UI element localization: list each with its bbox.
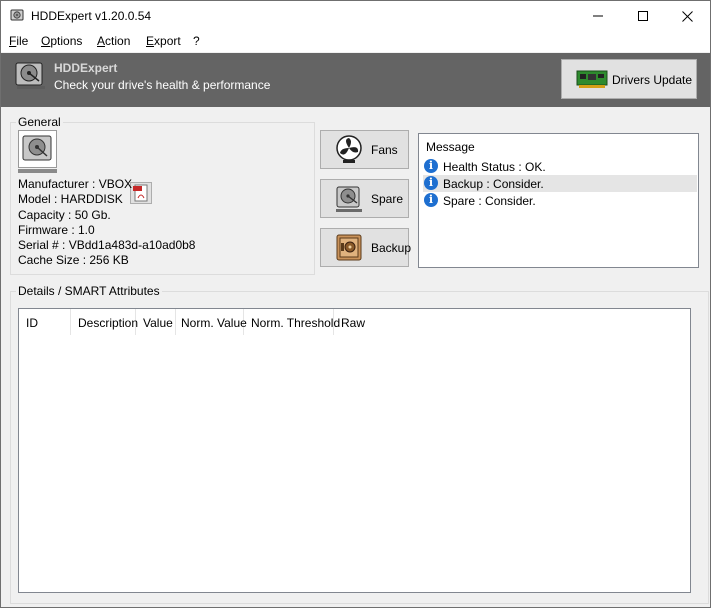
message-item[interactable]: i Backup : Consider. xyxy=(423,175,697,192)
menu-file[interactable]: File xyxy=(9,34,28,48)
message-list[interactable]: Message i Health Status : OK. i Backup :… xyxy=(418,133,699,268)
message-item[interactable]: i Health Status : OK. xyxy=(423,158,697,175)
info-icon: i xyxy=(424,176,438,190)
details-label: Details / SMART Attributes xyxy=(16,284,162,298)
cache-size-text: Cache Size : 256 KB xyxy=(18,253,129,267)
manufacturer-text: Manufacturer : VBOX xyxy=(18,177,133,191)
banner-title: HDDExpert xyxy=(54,61,118,75)
app-window: HDDExpert v1.20.0.54 File Options Action… xyxy=(0,0,711,608)
column-header-id[interactable]: ID xyxy=(19,309,71,335)
minimize-button[interactable] xyxy=(575,1,620,31)
backup-button[interactable]: Backup xyxy=(320,228,412,267)
menu-options[interactable]: Options xyxy=(41,34,82,48)
capacity-text: Capacity : 50 Gb. xyxy=(18,208,111,222)
maximize-button[interactable] xyxy=(620,1,665,31)
title-bar: HDDExpert v1.20.0.54 xyxy=(1,1,710,31)
close-icon xyxy=(682,10,693,22)
hdd-app-icon xyxy=(10,9,24,21)
model-text: Model : HARDDISK xyxy=(18,192,123,206)
close-button[interactable] xyxy=(665,1,710,31)
column-header-value[interactable]: Value xyxy=(136,309,176,335)
header-banner: HDDExpert Check your drive's health & pe… xyxy=(1,53,710,107)
safe-icon xyxy=(336,234,362,261)
column-header-description[interactable]: Description xyxy=(71,309,138,335)
banner-subtitle: Check your drive's health & performance xyxy=(54,78,271,92)
fans-label: Fans xyxy=(371,143,398,157)
serial-text: Serial # : VBdd1a483d-a10ad0b8 xyxy=(18,238,196,252)
pdf-report-icon[interactable] xyxy=(130,182,152,204)
menu-action[interactable]: Action xyxy=(97,34,130,48)
menu-bar: File Options Action Export ? xyxy=(1,31,710,52)
fans-button[interactable]: Fans xyxy=(320,130,409,169)
fan-icon xyxy=(336,135,362,163)
firmware-text: Firmware : 1.0 xyxy=(18,223,95,237)
spare-drive-icon xyxy=(336,186,362,212)
column-header-norm-threshold[interactable]: Norm. Threshold xyxy=(244,309,340,335)
backup-label: Backup xyxy=(371,241,412,255)
menu-help[interactable]: ? xyxy=(193,34,200,48)
menu-export[interactable]: Export xyxy=(146,34,181,48)
maximize-icon xyxy=(637,11,648,21)
drive-icon xyxy=(18,130,57,173)
message-header: Message xyxy=(426,140,475,154)
minimize-icon xyxy=(592,15,603,17)
column-header-raw[interactable]: Raw xyxy=(334,309,374,335)
spare-button[interactable]: Spare xyxy=(320,179,409,218)
info-icon: i xyxy=(424,193,438,207)
window-title: HDDExpert v1.20.0.54 xyxy=(31,9,152,23)
general-label: General xyxy=(16,115,63,129)
hard-drive-icon xyxy=(15,62,45,89)
info-icon: i xyxy=(424,159,438,173)
drivers-update-button[interactable]: Drivers Update xyxy=(561,59,697,99)
column-header-norm-value[interactable]: Norm. Value xyxy=(174,309,247,335)
drivers-update-label: Drivers Update xyxy=(612,73,693,87)
spare-label: Spare xyxy=(371,192,404,206)
circuit-board-icon xyxy=(576,70,608,88)
smart-attributes-table[interactable]: ID Description Value Norm. Value Norm. T… xyxy=(18,308,691,593)
message-item[interactable]: i Spare : Consider. xyxy=(423,192,697,209)
